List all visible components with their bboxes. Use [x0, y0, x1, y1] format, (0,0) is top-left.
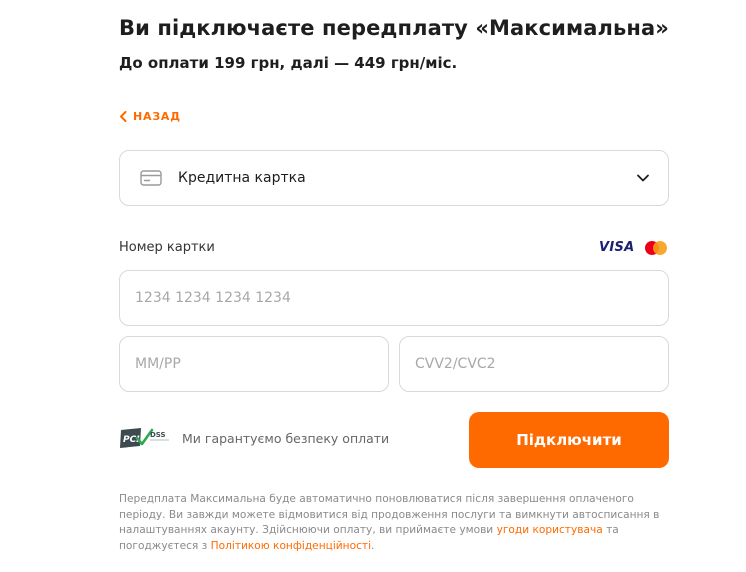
- card-number-input[interactable]: [119, 270, 669, 326]
- visa-logo: VISA: [599, 240, 635, 255]
- page-title: Ви підключаєте передплату «Максимальна»: [119, 16, 669, 40]
- expiry-input[interactable]: [119, 336, 389, 392]
- subscribe-button[interactable]: Підключити: [469, 412, 669, 468]
- subscription-payment-page: Ви підключаєте передплату «Максимальна» …: [0, 0, 746, 572]
- back-link-label: НАЗАД: [133, 110, 181, 123]
- payment-method-label: Кредитна картка: [178, 170, 306, 186]
- user-agreement-link[interactable]: угоди користувача: [497, 524, 603, 536]
- svg-text:DSS: DSS: [150, 431, 166, 439]
- auto-renewal-disclaimer: Передплата Максимальна буде автоматично …: [119, 493, 660, 552]
- credit-card-icon: [140, 170, 162, 186]
- chevron-down-icon: [637, 174, 649, 182]
- card-brands: VISA: [599, 240, 667, 255]
- pci-dss-badge-icon: PCI DSS: [120, 428, 169, 448]
- price-subtitle: До оплати 199 грн, далі — 449 грн/міс.: [119, 54, 458, 72]
- card-number-label: Номер картки: [119, 240, 215, 255]
- privacy-policy-link[interactable]: Політикою конфіденційності: [211, 540, 371, 552]
- cvv-input[interactable]: [399, 336, 669, 392]
- payment-method-select[interactable]: Кредитна картка: [119, 150, 669, 206]
- back-link[interactable]: НАЗАД: [119, 110, 181, 123]
- chevron-left-icon: [120, 111, 127, 122]
- security-text: Ми гарантуємо безпеку оплати: [182, 431, 390, 446]
- mastercard-logo: [644, 240, 667, 255]
